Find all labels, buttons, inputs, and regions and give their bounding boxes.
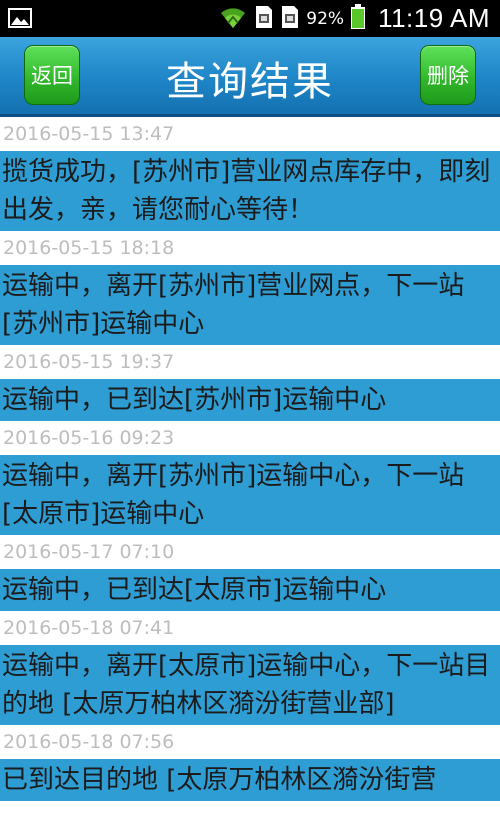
image-icon: [8, 7, 32, 33]
tracking-list[interactable]: 2016-05-15 13:47 揽货成功，[苏州市]营业网点库存中，即刻出发，…: [0, 117, 500, 801]
status-message: 运输中，离开[苏州市]营业网点，下一站[苏州市]运输中心: [0, 265, 500, 345]
timestamp: 2016-05-18 07:41: [0, 611, 500, 645]
status-message: 已到达目的地 [太原万柏林区漪汾街营: [0, 759, 500, 801]
timestamp: 2016-05-15 13:47: [0, 117, 500, 151]
list-item: 2016-05-15 19:37 运输中，已到达[苏州市]运输中心: [0, 345, 500, 421]
battery-icon: [350, 3, 366, 34]
list-item: 2016-05-15 13:47 揽货成功，[苏州市]营业网点库存中，即刻出发，…: [0, 117, 500, 231]
status-message: 揽货成功，[苏州市]营业网点库存中，即刻出发，亲，请您耐心等待！: [0, 151, 500, 231]
sim1-icon: [254, 5, 274, 33]
wifi-icon: [218, 4, 248, 34]
timestamp: 2016-05-15 18:18: [0, 231, 500, 265]
delete-button[interactable]: 删除: [420, 45, 476, 105]
status-bar: 92% 11:19 AM: [0, 0, 500, 37]
sim2-icon: [280, 5, 300, 33]
list-item: 2016-05-18 07:56 已到达目的地 [太原万柏林区漪汾街营: [0, 725, 500, 801]
list-item: 2016-05-18 07:41 运输中，离开[太原市]运输中心，下一站目的地 …: [0, 611, 500, 725]
title-bar: 返回 查询结果 删除: [0, 37, 500, 117]
clock: 11:19 AM: [378, 3, 490, 33]
timestamp: 2016-05-15 19:37: [0, 345, 500, 379]
timestamp: 2016-05-17 07:10: [0, 535, 500, 569]
status-message: 运输中，已到达[太原市]运输中心: [0, 569, 500, 611]
status-message: 运输中，离开[太原市]运输中心，下一站目的地 [太原万柏林区漪汾街营业部]: [0, 645, 500, 725]
status-message: 运输中，离开[苏州市]运输中心，下一站[太原市]运输中心: [0, 455, 500, 535]
list-item: 2016-05-16 09:23 运输中，离开[苏州市]运输中心，下一站[太原市…: [0, 421, 500, 535]
list-item: 2016-05-17 07:10 运输中，已到达[太原市]运输中心: [0, 535, 500, 611]
status-message: 运输中，已到达[苏州市]运输中心: [0, 379, 500, 421]
battery-percent: 92%: [306, 8, 345, 29]
timestamp: 2016-05-18 07:56: [0, 725, 500, 759]
list-item: 2016-05-15 18:18 运输中，离开[苏州市]营业网点，下一站[苏州市…: [0, 231, 500, 345]
timestamp: 2016-05-16 09:23: [0, 421, 500, 455]
